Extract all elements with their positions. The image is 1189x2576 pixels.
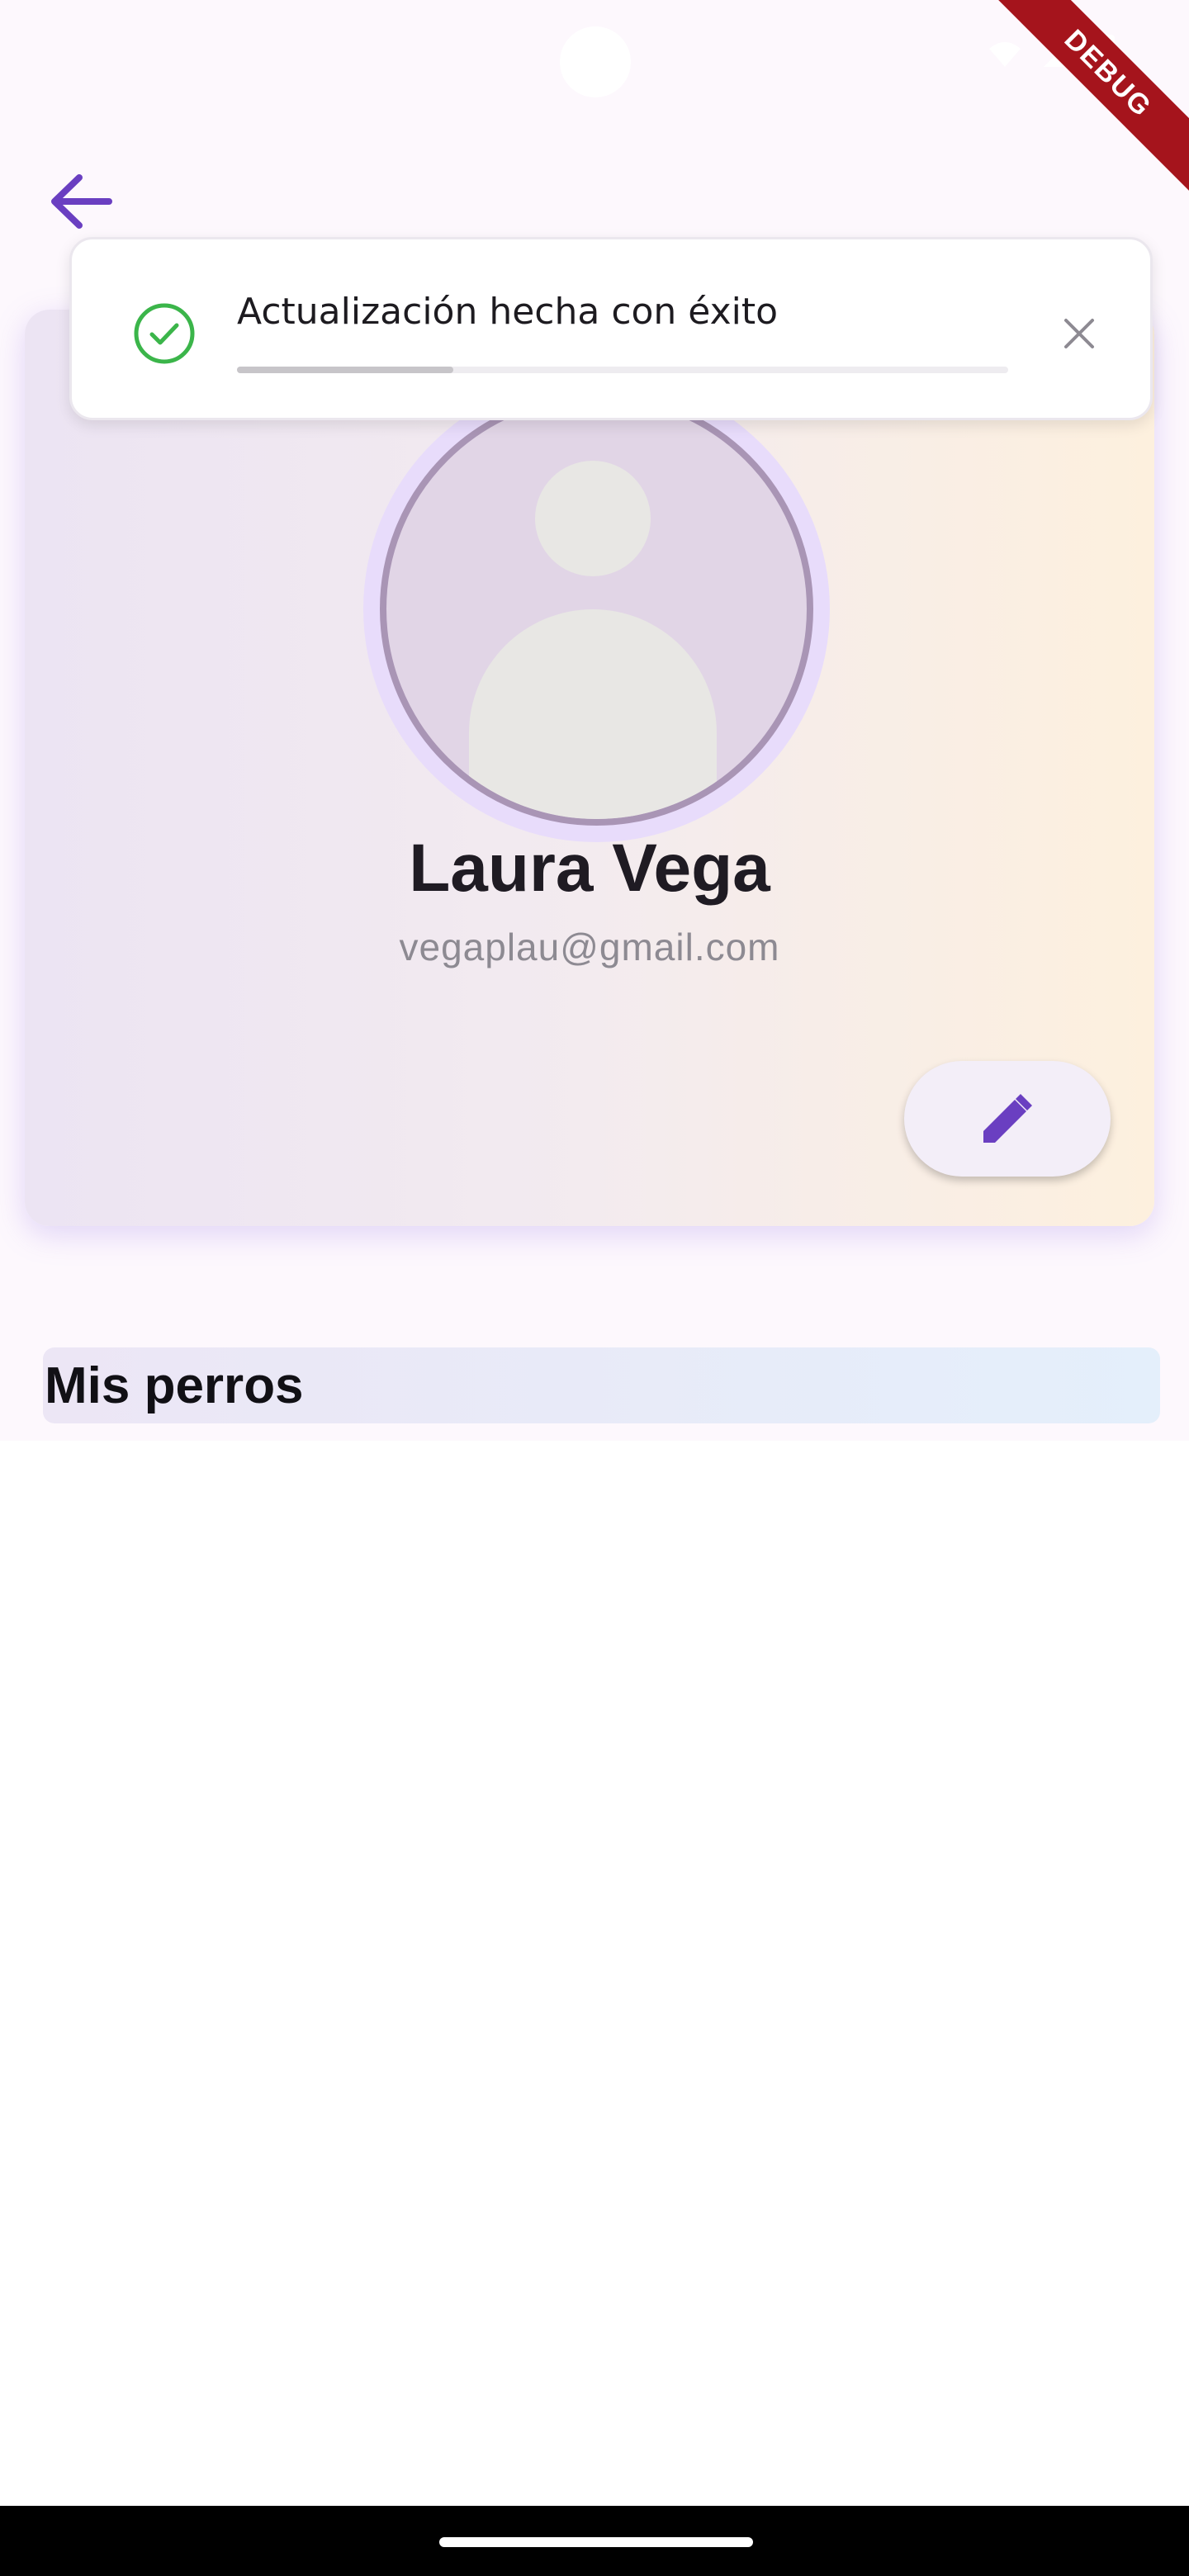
person-placeholder-icon (535, 461, 651, 576)
profile-screen: DEBUG Laura Vega vegaplau@gmail.com Mis … (0, 0, 1189, 2576)
dogs-section-header: Mis perros (43, 1347, 1160, 1423)
camera-notch (560, 26, 631, 97)
status-bar (0, 0, 1189, 124)
back-button[interactable] (41, 162, 121, 241)
profile-card: Laura Vega vegaplau@gmail.com (25, 310, 1154, 1226)
toast-progress-fill (237, 367, 453, 373)
avatar[interactable] (380, 392, 813, 826)
edit-profile-button[interactable] (904, 1061, 1111, 1177)
section-title: Mis perros (45, 1357, 304, 1414)
profile-name: Laura Vega (409, 831, 770, 906)
home-indicator[interactable] (439, 2537, 753, 2547)
wifi-icon (989, 42, 1021, 67)
toast-close-button[interactable] (1054, 309, 1104, 358)
arrow-left-icon (51, 174, 112, 229)
pencil-icon (983, 1094, 1032, 1143)
check-circle-icon (134, 303, 195, 364)
close-icon (1064, 319, 1094, 348)
dogs-list-area (0, 1441, 1189, 2506)
person-placeholder-body (469, 609, 717, 819)
avatar-ring (363, 376, 830, 842)
system-nav-bar (0, 2506, 1189, 2576)
toast-message: Actualización hecha con éxito (237, 291, 779, 333)
success-toast: Actualización hecha con éxito (69, 237, 1153, 420)
profile-email: vegaplau@gmail.com (399, 926, 780, 968)
toast-progress-track (237, 367, 1008, 373)
